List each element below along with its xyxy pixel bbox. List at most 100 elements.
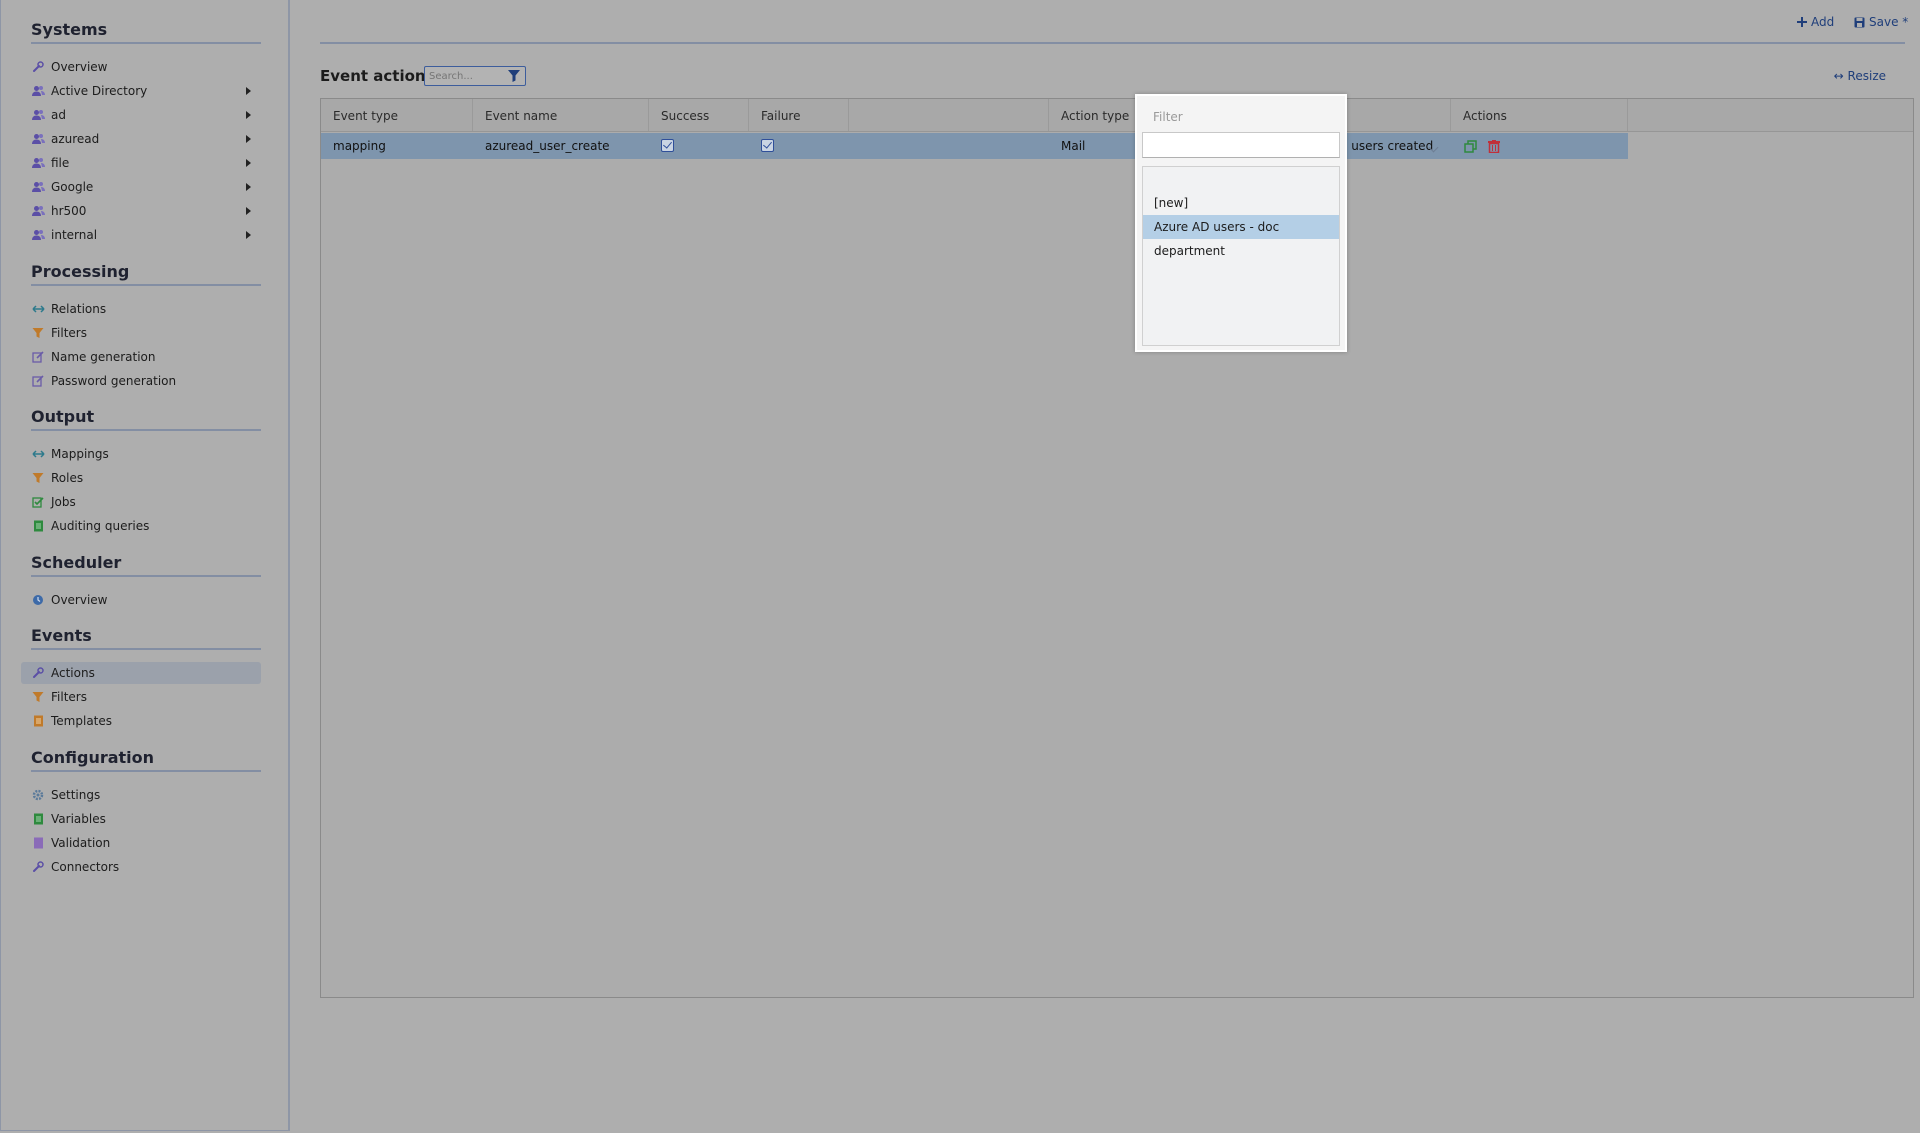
failure-checkbox[interactable] [761, 139, 774, 152]
plus-icon [1797, 17, 1807, 27]
wrench-icon [31, 860, 45, 874]
sidebar-item-output-roles[interactable]: Roles [21, 467, 261, 489]
action-dropdown: Filter [new] Azure AD users - doc depart… [1135, 94, 1347, 352]
save-button[interactable]: Save * [1854, 15, 1908, 29]
sidebar-item-label: internal [51, 228, 98, 242]
table-row[interactable]: mapping azuread_user_create Mail New Azu… [321, 133, 1628, 159]
sidebar-item-systems-active-directory[interactable]: Active Directory [21, 80, 261, 102]
delete-icon[interactable] [1488, 140, 1500, 153]
section-title-processing: Processing [31, 262, 130, 281]
sidebar-item-label: Filters [51, 326, 87, 340]
sidebar-item-systems-azuread[interactable]: azuread [21, 128, 261, 150]
arrows-icon [31, 447, 45, 461]
column-header-event-type[interactable]: Event type [321, 99, 473, 131]
column-header-failure[interactable]: Failure [749, 99, 849, 131]
section-divider [31, 42, 261, 44]
grid-header: Event type Event name Success Failure Ac… [321, 99, 1913, 132]
resize-button-label: Resize [1847, 69, 1886, 83]
sidebar-item-label: Active Directory [51, 84, 148, 98]
column-header-success[interactable]: Success [649, 99, 749, 131]
sidebar-item-label: Password generation [51, 374, 177, 388]
search-box [424, 66, 526, 86]
sidebar-item-label: Templates [51, 714, 113, 728]
edit-icon [31, 350, 45, 364]
checklist-icon [31, 495, 45, 509]
sidebar-item-events-templates[interactable]: Templates [21, 710, 261, 732]
dropdown-list: [new] Azure AD users - doc department [1142, 166, 1340, 346]
sidebar: Systems Overview Active Directory ad azuread… [0, 0, 290, 1131]
sidebar-item-configuration-settings[interactable]: Settings [21, 784, 261, 806]
sidebar-item-events-filters[interactable]: Filters [21, 686, 261, 708]
sidebar-item-label: Overview [51, 593, 108, 607]
save-icon [1854, 17, 1865, 27]
section-title-events: Events [31, 626, 92, 645]
sidebar-item-processing-name-generation[interactable]: Name generation [21, 346, 261, 368]
cell-event-name[interactable]: azuread_user_create [473, 133, 649, 159]
sidebar-item-output-mappings[interactable]: Mappings [21, 443, 261, 465]
section-divider [31, 575, 261, 577]
sidebar-item-configuration-variables[interactable]: Variables [21, 808, 261, 830]
sidebar-item-systems-internal[interactable]: internal [21, 224, 261, 246]
sidebar-item-label: Filters [51, 690, 87, 704]
sidebar-item-label: Relations [51, 302, 107, 316]
sidebar-item-output-auditing-queries[interactable]: Auditing queries [21, 515, 261, 537]
gear-icon [31, 788, 45, 802]
sidebar-item-label: Jobs [51, 495, 76, 509]
sidebar-item-label: azuread [51, 132, 100, 146]
header-divider [320, 42, 1905, 44]
search-input[interactable] [429, 69, 499, 83]
copy-icon[interactable] [1464, 140, 1477, 153]
section-divider [31, 284, 261, 286]
sidebar-item-processing-filters[interactable]: Filters [21, 322, 261, 344]
resize-button[interactable]: ↔ Resize [1834, 69, 1886, 83]
document-icon [31, 519, 45, 533]
section-divider [31, 648, 261, 650]
column-header-action[interactable] [849, 99, 1049, 131]
clock-icon [31, 593, 45, 607]
column-header-actions[interactable]: Actions [1451, 99, 1628, 131]
dropdown-option-azure-ad-users[interactable]: Azure AD users - doc department [1143, 215, 1339, 258]
sidebar-item-systems-google[interactable]: Google [21, 176, 261, 198]
template-icon [31, 714, 45, 728]
success-checkbox[interactable] [661, 139, 674, 152]
edit-icon [31, 374, 45, 388]
sidebar-item-systems-hr500[interactable]: hr500 [21, 200, 261, 222]
filter-icon [31, 471, 45, 485]
sidebar-item-label: Roles [51, 471, 84, 485]
expand-arrow-icon[interactable] [246, 87, 251, 95]
wrench-icon [31, 666, 45, 680]
sidebar-item-systems-overview[interactable]: Overview [21, 56, 261, 78]
page-icon [31, 836, 45, 850]
expand-arrow-icon[interactable] [246, 183, 251, 191]
expand-arrow-icon[interactable] [246, 207, 251, 215]
sidebar-item-events-actions[interactable]: Actions [21, 662, 261, 684]
page-title: Event actions [320, 67, 435, 85]
dropdown-option-new[interactable]: [new] [1143, 191, 1339, 215]
sidebar-item-label: Google [51, 180, 94, 194]
sidebar-item-output-jobs[interactable]: Jobs [21, 491, 261, 513]
sidebar-item-systems-file[interactable]: file [21, 152, 261, 174]
expand-arrow-icon[interactable] [246, 135, 251, 143]
cell-event-type[interactable]: mapping [321, 133, 473, 159]
sidebar-item-configuration-validation[interactable]: Validation [21, 832, 261, 854]
dropdown-filter-label: Filter [1153, 110, 1183, 124]
sidebar-item-scheduler-overview[interactable]: Overview [21, 589, 261, 611]
save-button-label: Save * [1869, 15, 1909, 29]
column-header-event-name[interactable]: Event name [473, 99, 649, 131]
wrench-icon [31, 60, 45, 74]
sidebar-item-systems-ad[interactable]: ad [21, 104, 261, 126]
expand-arrow-icon[interactable] [246, 159, 251, 167]
sidebar-item-processing-password-generation[interactable]: Password generation [21, 370, 261, 392]
sidebar-item-label: Variables [51, 812, 106, 826]
expand-arrow-icon[interactable] [246, 231, 251, 239]
sidebar-item-processing-relations[interactable]: Relations [21, 298, 261, 320]
sidebar-item-label: Overview [51, 60, 108, 74]
dropdown-filter-input[interactable] [1142, 132, 1340, 158]
sidebar-item-configuration-connectors[interactable]: Connectors [21, 856, 261, 878]
expand-arrow-icon[interactable] [246, 111, 251, 119]
filter-icon[interactable] [507, 69, 521, 83]
users-icon [31, 108, 45, 122]
main-panel: Add Save * Event actions ↔ Resize Event … [292, 0, 1920, 1133]
users-icon [31, 180, 45, 194]
add-button[interactable]: Add [1797, 15, 1834, 29]
